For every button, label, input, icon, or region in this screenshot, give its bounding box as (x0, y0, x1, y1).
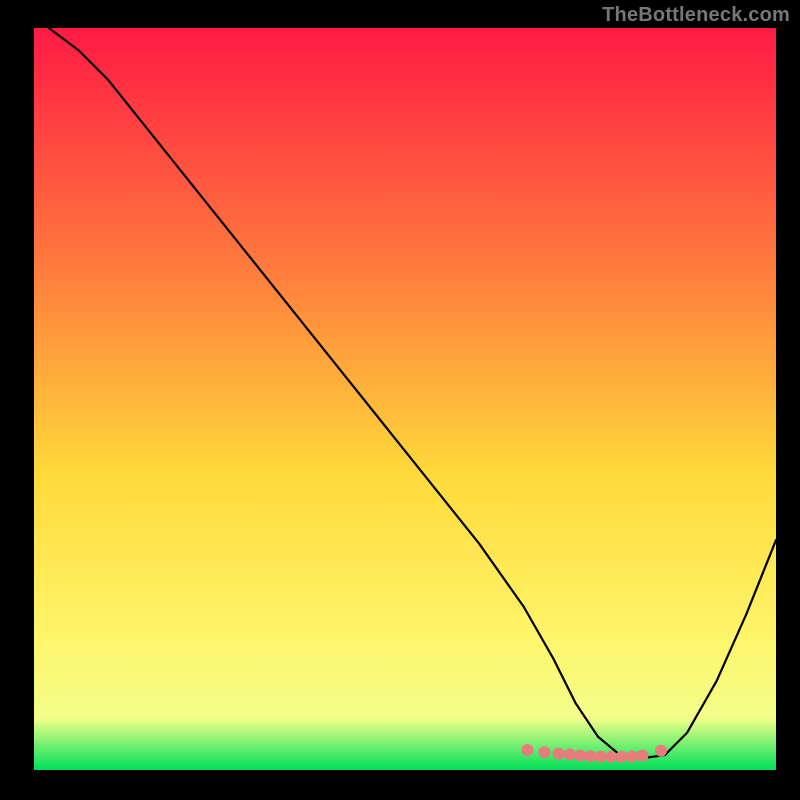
chart-svg (34, 28, 776, 770)
highlight-dot (553, 748, 565, 760)
highlight-dot (655, 745, 667, 757)
plot-area (34, 28, 776, 770)
gradient-background (34, 28, 776, 770)
highlight-dot (605, 751, 617, 763)
highlight-dot (564, 748, 576, 760)
highlight-dot (595, 751, 607, 763)
chart-container: TheBottleneck.com (0, 0, 800, 800)
highlight-dot (585, 750, 597, 762)
highlight-dot (616, 751, 628, 763)
highlight-dot (636, 750, 648, 762)
highlight-dot (539, 746, 551, 758)
watermark-text: TheBottleneck.com (602, 4, 790, 27)
highlight-dot (521, 744, 533, 756)
highlight-dot (574, 750, 586, 762)
highlight-dot (626, 751, 638, 763)
